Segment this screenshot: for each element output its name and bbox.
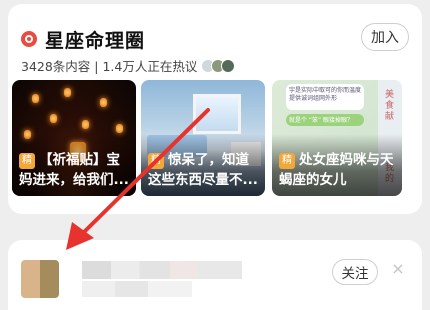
post-caption: 精【祈福贴】宝妈进来，给我们...	[19, 150, 130, 190]
side-strip-text: 美食献	[385, 90, 395, 122]
room-window	[193, 94, 241, 134]
user-avatar[interactable]	[21, 260, 59, 298]
follow-button[interactable]: 关注	[332, 259, 378, 285]
post-thumbnail-2[interactable]: 精惊呆了，知道这些东西尽量不...	[141, 80, 265, 196]
lantern-decoration	[64, 88, 71, 97]
post-caption: 精惊呆了，知道这些东西尽量不...	[148, 150, 259, 190]
lantern-decoration	[50, 114, 57, 123]
feed-item-card[interactable]: 关注 ×	[8, 240, 422, 310]
post-thumbnail-1[interactable]: 精【祈福贴】宝妈进来，给我们...	[12, 80, 136, 196]
lantern-decoration	[82, 120, 89, 129]
post-caption-text: 惊呆了，知道这些东西尽量不...	[148, 152, 258, 188]
featured-tag: 精	[279, 153, 295, 169]
circle-title[interactable]: 星座命理圈	[45, 26, 145, 53]
chat-bubble: 就是个 “笨” 眼接掉眼？	[286, 114, 364, 126]
blurred-username	[82, 261, 242, 279]
stats-text: 3428条内容 | 1.4万人正在热议	[21, 59, 198, 74]
post-caption: 精处女座妈咪与天蝎座的女儿	[279, 150, 396, 190]
featured-tag: 精	[19, 153, 35, 169]
close-icon[interactable]: ×	[391, 261, 405, 277]
post-thumbnail-3[interactable]: 宇是实际中取可的你而温度提供诚词组网外形 就是个 “笨” 眼接掉眼？ 美食献 我…	[272, 80, 402, 196]
participant-avatars	[201, 58, 236, 73]
circle-stats: 3428条内容 | 1.4万人正在热议	[21, 56, 236, 75]
lantern-decoration	[32, 94, 39, 103]
mini-avatar	[221, 58, 236, 73]
post-caption-text: 处女座妈咪与天蝎座的女儿	[279, 152, 394, 188]
lantern-decoration	[116, 124, 123, 133]
chat-bubble: 宇是实际中取可的你而温度提供诚词组网外形	[286, 84, 364, 110]
join-button[interactable]: 加入	[361, 23, 409, 51]
blurred-subtitle	[82, 281, 192, 297]
post-caption-text: 【祈福贴】宝妈进来，给我们...	[19, 152, 129, 188]
circle-logo-icon	[21, 31, 37, 47]
lantern-decoration	[100, 98, 107, 107]
circle-header: 星座命理圈	[21, 24, 145, 54]
featured-tag: 精	[148, 153, 164, 169]
